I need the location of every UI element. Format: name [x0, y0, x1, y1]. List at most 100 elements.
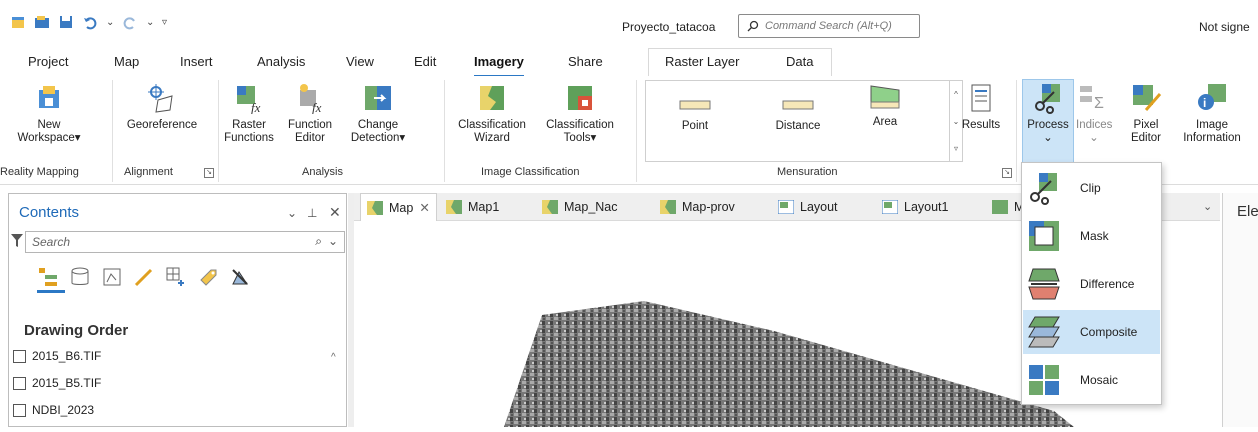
doc-tab-map1[interactable]: Map1 [446, 193, 499, 221]
doc-tab-layout[interactable]: Layout [778, 193, 838, 221]
data-source-icon[interactable] [69, 266, 91, 288]
redo-icon[interactable] [122, 14, 138, 30]
alignment-launcher-icon[interactable]: ↘ [204, 168, 214, 178]
doc-tab-m[interactable]: M [992, 193, 1024, 221]
area-button[interactable]: Area [862, 84, 908, 129]
menu-item-mask[interactable]: Mask [1023, 214, 1160, 258]
command-search-placeholder: Command Search (Alt+Q) [765, 20, 892, 32]
menu-item-mosaic[interactable]: Mosaic [1023, 358, 1160, 402]
new-workspace-button[interactable]: New Workspace▾ [16, 82, 82, 145]
pin-icon[interactable]: ⊥ [307, 206, 317, 220]
tab-map[interactable]: Map [114, 54, 139, 69]
menu-item-composite[interactable]: Composite [1023, 310, 1160, 354]
open-project-icon[interactable] [34, 14, 50, 30]
new-workspace-label: New Workspace [17, 119, 75, 144]
contents-title: Contents [19, 204, 80, 221]
layout-icon [778, 200, 794, 214]
search-options-icon[interactable]: ⌄ [328, 234, 338, 248]
group-reality-mapping-label: Reality Mapping [0, 166, 79, 178]
tab-insert[interactable]: Insert [180, 54, 213, 69]
doc-tab-layout1[interactable]: Layout1 [882, 193, 948, 221]
drawing-order-icon[interactable] [37, 266, 59, 288]
layer-item[interactable]: 2015_B5.TIF [13, 376, 101, 390]
group-alignment-label: Alignment [124, 166, 173, 178]
classification-tools-button[interactable]: Classification Tools▾ [538, 82, 622, 145]
function-editor-icon: fx [300, 84, 322, 114]
drawing-order-heading: Drawing Order [24, 322, 129, 339]
menu-item-difference[interactable]: Difference [1023, 262, 1160, 306]
layer-name: 2015_B5.TIF [32, 376, 102, 390]
save-project-icon[interactable] [58, 14, 74, 30]
redo-dropdown-icon[interactable]: ⌄ [146, 17, 154, 28]
layer-visibility-checkbox[interactable] [13, 403, 26, 417]
georeference-icon [148, 84, 173, 113]
image-information-icon: i [1198, 84, 1226, 110]
classification-tools-icon [568, 86, 592, 110]
editing-view-icon[interactable] [133, 266, 155, 288]
mensuration-launcher-icon[interactable]: ↘ [1002, 168, 1012, 178]
filter-icon[interactable] [11, 234, 23, 248]
close-tab-icon[interactable]: ✕ [419, 200, 429, 215]
point-label: Point [681, 120, 709, 132]
tab-share[interactable]: Share [568, 54, 603, 69]
tab-edit[interactable]: Edit [414, 54, 436, 69]
snapping-view-icon[interactable] [165, 266, 187, 288]
pixel-editor-button[interactable]: Pixel Editor [1122, 82, 1170, 145]
svg-text:fx: fx [312, 100, 322, 114]
menu-item-label: Difference [1080, 277, 1135, 291]
indices-label: Indices [1076, 119, 1113, 131]
layer-item[interactable]: 2015_B6.TIF [13, 349, 101, 363]
layer-visibility-checkbox[interactable] [13, 376, 26, 390]
symbology-view-icon[interactable] [229, 266, 251, 288]
georeference-button[interactable]: Georeference [120, 82, 204, 132]
menu-item-label: Clip [1080, 181, 1101, 195]
georeference-label: Georeference [126, 119, 198, 131]
classification-tools-label: Classification Tools [546, 119, 614, 144]
doc-tab-label: Map1 [468, 200, 500, 214]
svg-text:fx: fx [251, 100, 261, 114]
close-icon[interactable]: ✕ [329, 204, 341, 221]
layer-item[interactable]: NDBI_2023 [13, 403, 94, 417]
labeling-view-icon[interactable] [197, 266, 219, 288]
tab-project[interactable]: Project [28, 54, 68, 69]
map-icon [992, 200, 1008, 214]
image-information-button[interactable]: i Image Information [1176, 82, 1248, 145]
menu-item-clip[interactable]: Clip [1023, 166, 1160, 210]
doc-tab-map[interactable]: Map ✕ [360, 193, 437, 221]
doc-tab-map-nac[interactable]: Map_Nac [542, 193, 618, 221]
doc-tab-label: Layout [800, 200, 838, 214]
classification-wizard-button[interactable]: Classification Wizard [452, 82, 532, 145]
layer-visibility-checkbox[interactable] [13, 349, 26, 363]
indices-button: Σ Indices ⌄ [1076, 82, 1112, 145]
title-bar: ⌄ ⌄ ▿ Proyecto_tatacoa Command Search (A… [0, 0, 1258, 46]
contents-search-placeholder: Search [32, 235, 71, 249]
results-icon [971, 84, 991, 112]
raster-functions-button[interactable]: fx Raster Functions [222, 82, 276, 145]
point-button[interactable]: Point [668, 100, 722, 133]
pixel-editor-label: Pixel Editor [1130, 119, 1162, 144]
sign-in-status[interactable]: Not signe [1199, 20, 1250, 34]
customize-qat-icon[interactable]: ▿ [162, 17, 170, 28]
process-dropdown-menu: Clip Mask Difference Composite Mosaic [1021, 162, 1162, 405]
tab-view[interactable]: View [346, 54, 374, 69]
results-button[interactable]: Results [956, 82, 1006, 132]
undo-icon[interactable] [82, 14, 98, 30]
new-project-icon[interactable] [10, 14, 26, 30]
tab-imagery[interactable]: Imagery [474, 54, 524, 78]
process-button[interactable]: Process ⌄ [1022, 82, 1074, 145]
doc-tab-map-prov[interactable]: Map-prov [660, 193, 735, 221]
command-search-input[interactable]: Command Search (Alt+Q) [738, 14, 920, 38]
contents-search-input[interactable]: Search ⌕ ⌄ [25, 231, 345, 253]
function-editor-button[interactable]: fx Function Editor [284, 82, 336, 145]
group-separator [112, 80, 113, 182]
change-detection-button[interactable]: Change Detection▾ [346, 82, 410, 145]
selection-view-icon[interactable] [101, 266, 123, 288]
tab-analysis[interactable]: Analysis [257, 54, 305, 69]
scrollbar-up-icon[interactable]: ^ [331, 352, 336, 363]
group-separator [218, 80, 219, 182]
undo-dropdown-icon[interactable]: ⌄ [106, 17, 114, 28]
distance-button[interactable]: Distance [768, 100, 828, 133]
pane-options-icon[interactable]: ⌄ [287, 206, 297, 220]
group-analysis-label: Analysis [302, 166, 343, 178]
tab-list-dropdown-icon[interactable]: ⌄ [1203, 200, 1212, 213]
